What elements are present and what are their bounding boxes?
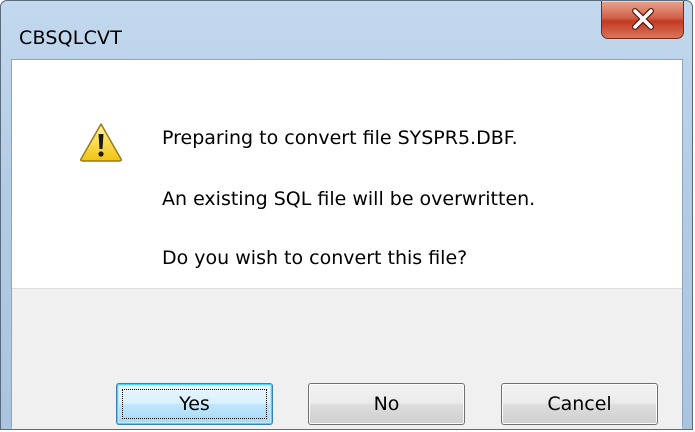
warning-triangle-icon [80,123,122,162]
button-bar: Yes No Cancel [12,288,682,429]
message-line-1: Preparing to convert file SYSPR5.DBF. [162,127,518,149]
title-bar[interactable]: CBSQLCVT [1,1,692,59]
close-button[interactable] [601,1,684,39]
cancel-button-label: Cancel [547,393,612,415]
yes-button[interactable]: Yes [116,383,273,425]
message-line-2: An existing SQL file will be overwritten… [162,188,536,210]
close-x-icon [632,8,654,30]
message-line-3: Do you wish to convert this file? [162,247,468,269]
dialog-body: Preparing to convert file SYSPR5.DBF. An… [11,59,683,429]
no-button-label: No [373,393,400,415]
cancel-button[interactable]: Cancel [501,383,658,425]
no-button[interactable]: No [308,383,465,425]
window-title: CBSQLCVT [19,27,123,49]
dialog-window: CBSQLCVT Preparing to convert file SYSPR… [0,0,693,430]
yes-button-label: Yes [179,393,210,415]
